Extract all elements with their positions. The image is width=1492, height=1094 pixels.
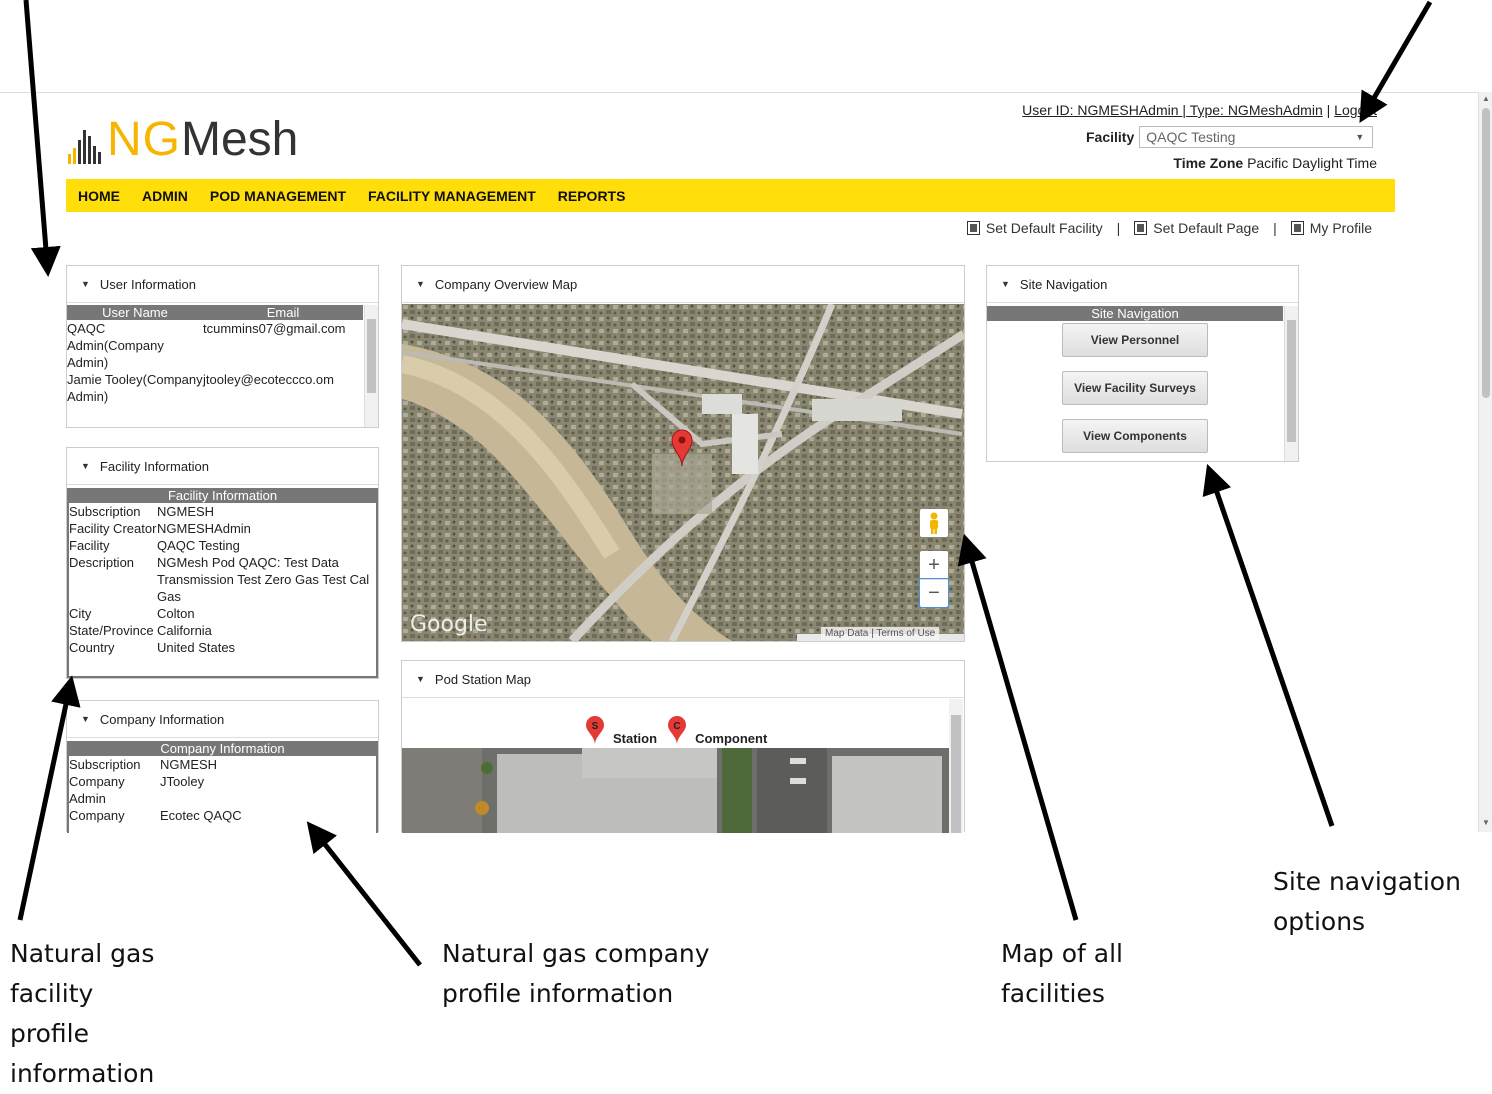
arrow-user-info [23,0,61,277]
arrow-facility-info [17,675,81,921]
arrow-company-info [306,821,422,967]
arrow-site-nav [1202,463,1335,827]
arrow-logout [1359,0,1433,123]
annotation-map: Map of all facilities [1001,939,1123,1008]
annotation-company: Natural gas company profile information [442,939,710,1008]
annotation-arrows [17,0,1433,967]
arrow-overview-map [957,533,1079,921]
annotation-facility: Natural gas facility profile information [10,939,155,1088]
annotation-site-nav: Site navigation options [1273,867,1461,936]
